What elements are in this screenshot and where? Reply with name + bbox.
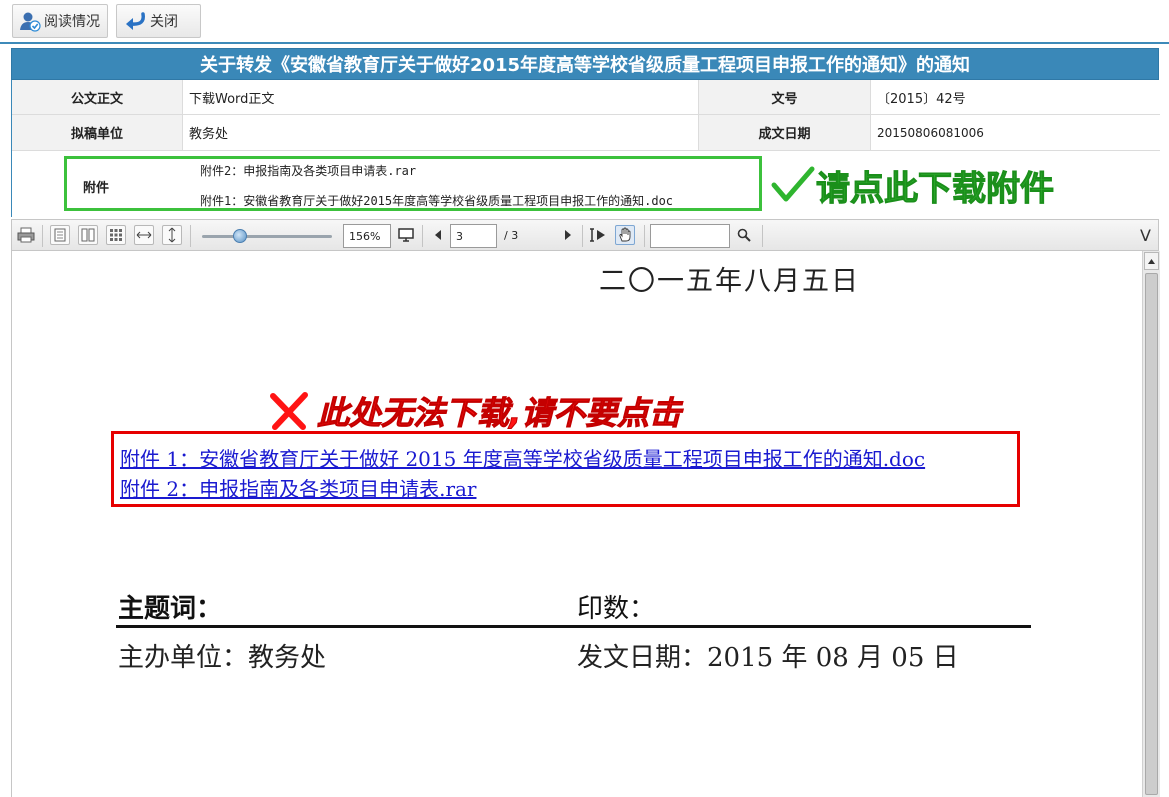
download-hint-text: 请点此下载附件 [816,168,1055,209]
print-button[interactable] [16,225,36,245]
search-icon [737,228,751,242]
return-arrow-icon [126,12,146,30]
prev-page-button[interactable] [428,225,448,245]
page-number-input[interactable]: 3 [450,224,497,248]
pdf-toolbar: 156% 3 / 3 V [11,219,1159,251]
search-input[interactable] [650,224,730,248]
host-unit: 主办单位：教务处 [118,643,327,673]
date-label: 成文日期 [699,115,871,151]
user-check-icon [20,12,41,32]
pdf-attachment-link-doc[interactable]: 附件 1：安徽省教育厅关于做好 2015 年度高等学校省级质量工程项目申报工作的… [120,443,925,472]
search-button[interactable] [734,225,754,245]
toolbar-separator [644,225,645,247]
drafter-label: 拟稿单位 [12,115,183,151]
triangle-right-icon [565,230,571,240]
monitor-icon [398,228,414,242]
single-page-view-button[interactable] [50,225,70,245]
date-value: 20150806081006 [871,115,1160,151]
toolbar-separator [762,225,763,247]
two-page-view-button[interactable] [78,225,98,245]
close-button[interactable]: 关闭 [116,4,201,38]
red-cross-icon [270,392,308,430]
no-download-warning-text: 此处无法下载,请不要点击 [316,394,682,433]
top-toolbar: 阅读情况 关闭 [0,0,1169,44]
chinese-date: 二〇一五年八月五日 [599,266,860,297]
document-title: 关于转发《安徽省教育厅关于做好2015年度高等学校省级质量工程项目申报工作的通知… [11,48,1159,80]
doc-number-value: 〔2015〕42号 [871,80,1160,115]
toolbar-separator [42,225,43,247]
attachment-link-doc[interactable]: 附件1：安徽省教育厅关于做好2015年度高等学校省级质量工程项目申报工作的通知.… [200,192,673,209]
download-hint: 请点此下载附件 [770,160,1055,210]
printer-icon [17,227,35,243]
toolbar-separator [190,225,191,247]
pdf-attachment-link-rar[interactable]: 附件 2：申报指南及各类项目申请表.rar [120,473,476,502]
drafter-value: 教务处 [183,115,699,151]
single-page-icon [54,228,66,242]
checkmark-icon [771,166,815,202]
attachment-box: 附件 附件2：申报指南及各类项目申请表.rar 附件1：安徽省教育厅关于做好20… [64,156,762,211]
download-word-body-link[interactable]: 下载Word正文 [183,80,699,115]
scroll-up-button[interactable] [1144,252,1159,270]
toolbar-separator [422,225,423,247]
fit-width-icon [136,231,152,239]
pdf-viewer[interactable]: 二〇一五年八月五日 此处无法下载,请不要点击 附件 1：安徽省教育厅关于做好 2… [11,251,1160,797]
body-label: 公文正文 [12,80,183,115]
page-total: / 3 [504,229,519,242]
scrollbar-thumb[interactable] [1145,273,1158,795]
triangle-left-icon [435,230,441,240]
zoom-slider[interactable] [202,235,332,238]
publish-date: 发文日期：2015 年 08 月 05 日 [577,643,959,673]
attachment-label: 附件 [83,181,110,196]
text-select-button[interactable] [588,225,608,245]
zoom-slider-thumb[interactable] [233,229,247,243]
print-count-label: 印数： [577,594,656,624]
zoom-input[interactable]: 156% [343,224,391,248]
text-cursor-icon [590,228,605,242]
divider-line [116,625,1031,628]
no-download-warning: 此处无法下载,请不要点击 [267,388,682,434]
fullscreen-button[interactable] [396,225,416,245]
close-label: 关闭 [150,14,178,30]
read-status-button[interactable]: 阅读情况 [12,4,108,38]
fit-width-button[interactable] [134,225,154,245]
read-status-label: 阅读情况 [44,14,100,30]
doc-number-label: 文号 [699,80,871,115]
thumbnail-view-button[interactable] [106,225,126,245]
two-page-icon [81,228,95,242]
fit-height-button[interactable] [162,225,182,245]
hand-icon [619,227,631,242]
pdf-page: 二〇一五年八月五日 此处无法下载,请不要点击 附件 1：安徽省教育厅关于做好 2… [12,251,1131,797]
fit-height-icon [168,227,176,243]
pdf-attachment-box: 附件 1：安徽省教育厅关于做好 2015 年度高等学校省级质量工程项目申报工作的… [111,431,1020,507]
keywords-label: 主题词： [118,594,223,624]
toolbar-separator [582,225,583,247]
grid-icon [110,229,122,241]
triangle-up-icon [1148,258,1155,264]
toolbar-collapse-button[interactable]: V [1140,226,1151,245]
hand-tool-button[interactable] [615,225,635,245]
next-page-button[interactable] [558,225,578,245]
vertical-scrollbar[interactable] [1142,251,1160,797]
attachment-link-rar[interactable]: 附件2：申报指南及各类项目申请表.rar [200,162,416,179]
